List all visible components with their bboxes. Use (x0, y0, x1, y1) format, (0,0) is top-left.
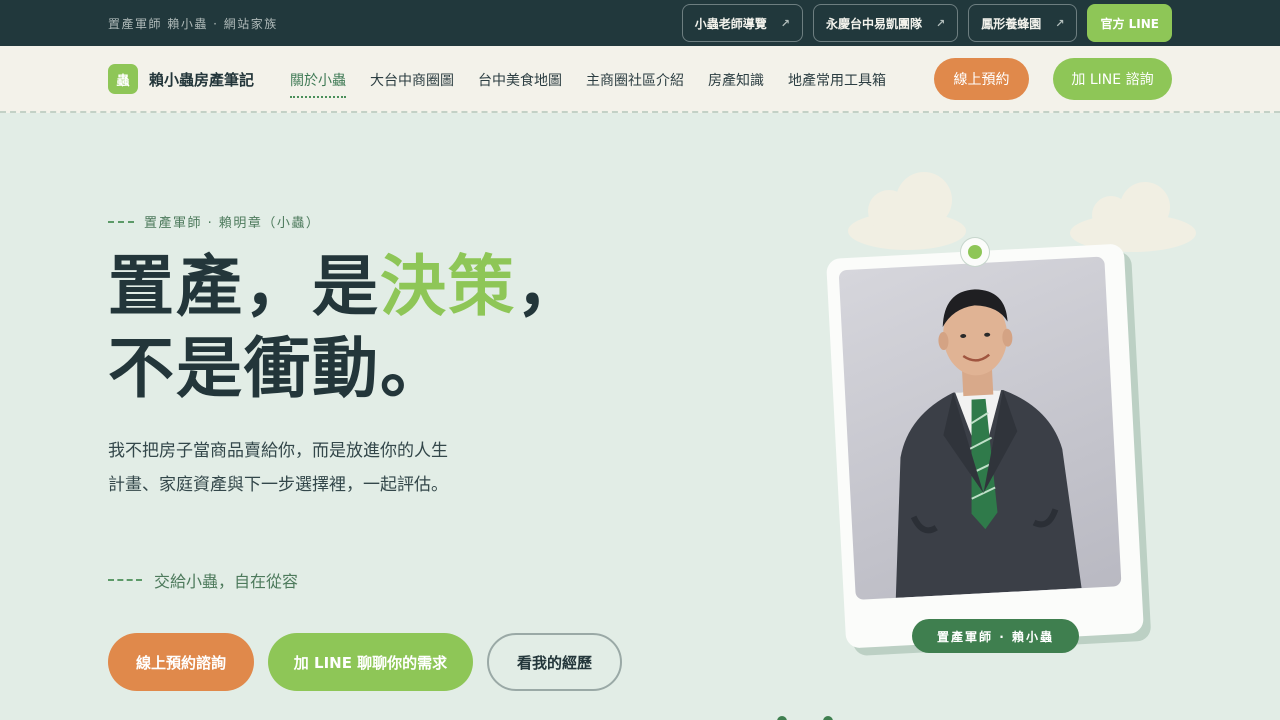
cloud-decoration (1070, 182, 1196, 252)
view-experience-button[interactable]: 看我的經歷 (487, 633, 622, 691)
bee-farm-link-label: 鳳形養蜂園 (981, 16, 1042, 31)
headline-highlight: 決策 (380, 248, 516, 325)
headline-part1: 置產，是 (108, 248, 380, 325)
headline-part2: ， (516, 248, 584, 325)
tagline-text: 交給小蟲，自在從容 (154, 572, 299, 591)
nav-item-toolbox[interactable]: 地產常用工具箱 (788, 70, 886, 98)
nav-item-food-map[interactable]: 台中美食地圖 (478, 70, 562, 98)
bug-logo-icon: 蟲 (108, 64, 138, 94)
team-link-label: 永慶台中易凱團隊 (826, 16, 923, 31)
sprout-decoration (777, 716, 787, 720)
site-family-links: 小蟲老師導覽 ↗ 永慶台中易凱團隊 ↗ 鳳形養蜂園 ↗ 官方 LINE (681, 4, 1172, 42)
online-booking-button[interactable]: 線上預約 (934, 58, 1029, 100)
nav-item-about[interactable]: 關於小蟲 (290, 70, 346, 98)
top-bar: 置產軍師 賴小蟲 · 網站家族 小蟲老師導覽 ↗ 永慶台中易凱團隊 ↗ 鳳形養蜂… (0, 0, 1280, 46)
headline-line2: 不是衝動。 (108, 330, 448, 407)
hero-headline: 置產，是決策， 不是衝動。 (108, 246, 584, 410)
line-consult-button[interactable]: 加 LINE 諮詢 (1053, 58, 1172, 100)
main-nav: 蟲 賴小蟲房產筆記 關於小蟲 大台中商圈圖 台中美食地圖 主商圈社區介紹 房產知… (0, 46, 1280, 113)
site-family-tagline: 置產軍師 賴小蟲 · 網站家族 (108, 17, 278, 31)
external-link-icon: ↗ (1055, 16, 1065, 30)
nav-menu: 關於小蟲 大台中商圈圖 台中美食地圖 主商圈社區介紹 房產知識 地產常用工具箱 (290, 70, 886, 98)
eyebrow-text: 置產軍師 · 賴明章（小蟲） (144, 216, 321, 231)
pin-icon (961, 238, 989, 266)
profile-photo (838, 256, 1122, 600)
official-line-button[interactable]: 官方 LINE (1087, 4, 1172, 42)
team-link[interactable]: 永慶台中易凱團隊 ↗ (813, 4, 959, 42)
man-in-suit-illustration (895, 289, 1082, 598)
cloud-decoration (848, 172, 966, 250)
sprout-decoration (823, 716, 833, 720)
dashed-divider (108, 579, 142, 581)
bee-farm-link[interactable]: 鳳形養蜂園 ↗ (968, 4, 1078, 42)
dashed-divider (108, 220, 134, 223)
hero-tagline: 交給小蟲，自在從容 (108, 568, 298, 592)
tour-link[interactable]: 小蟲老師導覽 ↗ (681, 4, 803, 42)
photo-caption-badge: 置產軍師 · 賴小蟲 (912, 619, 1079, 653)
external-link-icon: ↗ (780, 16, 790, 30)
nav-item-knowledge[interactable]: 房產知識 (708, 70, 764, 98)
line-chat-button[interactable]: 加 LINE 聊聊你的需求 (268, 633, 473, 691)
brand-name: 賴小蟲房產筆記 (149, 70, 255, 89)
book-consult-button[interactable]: 線上預約諮詢 (108, 633, 254, 691)
pin-dot (968, 245, 982, 259)
hero-description: 我不把房子當商品賣給你，而是放進你的人生計畫、家庭資產與下一步選擇裡，一起評估。 (108, 441, 448, 495)
hero-cta-group: 線上預約諮詢 加 LINE 聊聊你的需求 看我的經歷 (108, 633, 622, 691)
external-link-icon: ↗ (936, 16, 946, 30)
brand-logo[interactable]: 蟲 賴小蟲房產筆記 (108, 64, 254, 94)
hero-eyebrow: 置產軍師 · 賴明章（小蟲） (108, 212, 320, 231)
nav-item-business-map[interactable]: 大台中商圈圖 (370, 70, 454, 98)
profile-photo-frame (825, 243, 1145, 649)
tour-link-label: 小蟲老師導覽 (694, 16, 767, 31)
nav-item-communities[interactable]: 主商圈社區介紹 (586, 70, 684, 98)
